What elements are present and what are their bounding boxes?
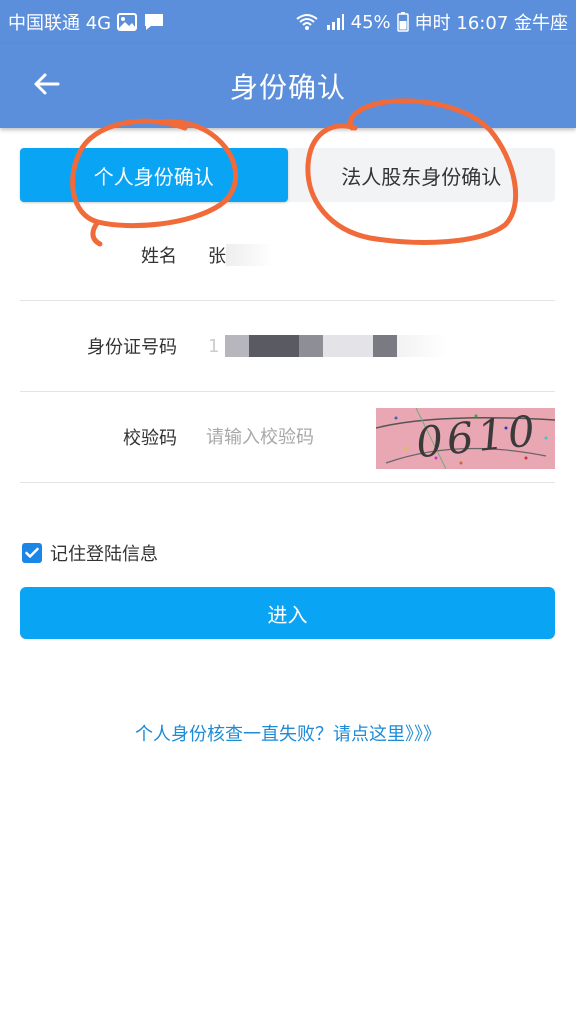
name-field[interactable]: 张 [208, 210, 274, 300]
remember-login-checkbox[interactable]: 记住登陆信息 [22, 540, 158, 566]
back-arrow-icon [32, 72, 60, 100]
back-button[interactable] [26, 66, 66, 106]
verify-code-row: 校验码 0610 [20, 392, 555, 483]
carrier-text: 中国联通 4G [8, 13, 112, 34]
enter-button[interactable]: 进入 [20, 587, 555, 639]
verify-code-input[interactable] [206, 420, 366, 454]
redacted-id-number [225, 335, 250, 357]
identity-help-link[interactable]: 个人身份核查一直失败？请点这里》》》 [0, 720, 576, 746]
remember-login-label: 记住登陆信息 [50, 544, 158, 565]
name-value: 张 [208, 246, 226, 267]
identity-tabs: 个人身份确认 法人股东身份确认 [20, 148, 555, 202]
status-bar: 中国联通 4G 45% 申时 16:07 金牛座 [0, 0, 576, 44]
message-icon [143, 12, 165, 32]
battery-percent: 45% [350, 11, 391, 33]
id-number-label: 身份证号码 [87, 337, 177, 358]
redacted-id-number-part [397, 335, 448, 357]
redacted-name [226, 244, 274, 266]
battery-icon [396, 12, 409, 32]
id-number-row: 身份证号码 1 [20, 301, 555, 392]
name-row: 姓名 张 [20, 210, 555, 301]
tab-personal-identity[interactable]: 个人身份确认 [20, 148, 288, 202]
captcha-image[interactable]: 0610 [376, 408, 555, 469]
status-left: 中国联通 4G [8, 9, 165, 35]
wifi-icon [295, 13, 319, 31]
id-number-value: 1 [208, 335, 220, 357]
verify-code-label: 校验码 [123, 428, 177, 449]
time-text: 申时 16:07 金牛座 [414, 13, 568, 34]
image-icon [117, 13, 138, 31]
redacted-id-number-part [323, 335, 374, 357]
status-right: 45% 申时 16:07 金牛座 [295, 9, 568, 35]
page-title: 身份确认 [229, 71, 346, 104]
name-label: 姓名 [141, 246, 177, 267]
redacted-id-number-part [373, 335, 398, 357]
redacted-id-number-part [249, 335, 300, 357]
app-header: 身份确认 [0, 44, 576, 128]
redacted-id-number-part [299, 335, 324, 357]
tab-corporate-shareholder-identity[interactable]: 法人股东身份确认 [288, 148, 556, 202]
id-number-field[interactable]: 1 [208, 301, 448, 391]
signal-icon [325, 13, 345, 31]
checkbox-check-icon[interactable] [22, 543, 42, 563]
